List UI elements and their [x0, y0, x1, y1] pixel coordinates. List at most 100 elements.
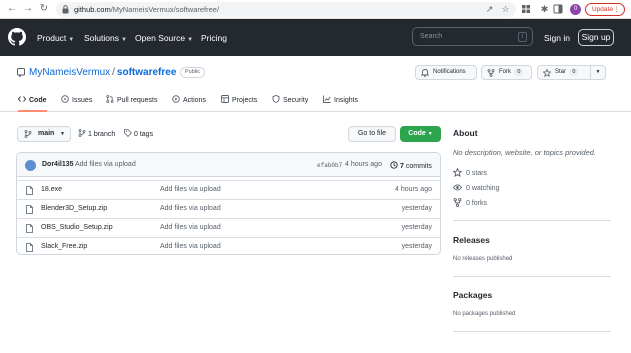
history-icon [390, 161, 398, 169]
fork-icon [453, 198, 462, 207]
sidebar-divider [453, 331, 611, 332]
pull-request-icon [106, 95, 114, 103]
tab-issues[interactable]: Issues [61, 90, 92, 112]
url-text: github.com/MyNameisVermux/softwarefree/ [74, 5, 220, 14]
notifications-label: Notifications [433, 69, 466, 75]
star-text: Star [555, 69, 567, 75]
bell-icon [421, 69, 429, 77]
tags-link[interactable]: 0 tags [124, 129, 153, 138]
packages-heading[interactable]: Packages [453, 290, 492, 300]
branch-selector[interactable]: main ▼ [17, 126, 71, 142]
puzzle-icon[interactable]: ✱ [539, 4, 550, 15]
tab-label: Code [29, 97, 47, 104]
chevron-down-icon: ▼ [187, 37, 194, 43]
nav-open-source[interactable]: Open Source ▼ [135, 33, 193, 43]
tab-insights[interactable]: Insights [323, 90, 358, 112]
sidebar-divider [453, 276, 611, 277]
sidepanel-icon[interactable] [553, 4, 564, 15]
file-name[interactable]: 18.exe [41, 186, 62, 193]
avatar[interactable] [25, 160, 36, 171]
file-commit-message[interactable]: Add files via upload [160, 205, 221, 212]
nav-label: Pricing [201, 33, 227, 43]
nav-solutions[interactable]: Solutions ▼ [84, 33, 127, 43]
play-icon [172, 95, 180, 103]
commit-sha[interactable]: efab0b7 [317, 162, 342, 169]
file-commit-message[interactable]: Add files via upload [160, 224, 221, 231]
repo-owner-link[interactable]: MyNameisVermux [29, 67, 110, 78]
profile-avatar[interactable]: 0 [570, 4, 581, 15]
watching-link[interactable]: 0 watching [453, 183, 499, 192]
star-list-dropdown[interactable]: ▼ [590, 65, 606, 80]
table-row[interactable]: 18.exe Add files via upload 4 hours ago [17, 180, 440, 199]
notifications-button[interactable]: Notifications [415, 65, 477, 80]
reload-icon[interactable]: ↻ [38, 3, 50, 15]
back-icon[interactable]: ← [6, 3, 18, 15]
fork-icon [487, 69, 495, 77]
branches-count: 1 branch [88, 131, 116, 138]
about-description: No description, website, or topics provi… [453, 148, 596, 157]
file-commit-message[interactable]: Add files via upload [160, 243, 221, 250]
visibility-badge: Public [180, 67, 205, 78]
branches-link[interactable]: 1 branch [78, 129, 115, 138]
stars-link[interactable]: 0 stars [453, 168, 487, 177]
commits-suffix: commits [405, 163, 432, 170]
repo-name-link[interactable]: softwarefree [117, 67, 176, 78]
branch-icon [78, 129, 86, 137]
extension-icon[interactable] [521, 4, 532, 15]
file-name[interactable]: Blender3D_Setup.zip [41, 205, 107, 212]
releases-note: No releases published [453, 256, 513, 262]
tab-code[interactable]: Code [18, 90, 47, 112]
chevron-down-icon: ▼ [595, 69, 601, 75]
fork-label: Fork 0 [499, 66, 524, 79]
forward-icon[interactable]: → [22, 3, 34, 15]
commits-link[interactable]: 7 commits [390, 161, 432, 170]
tab-label: Projects [232, 97, 258, 104]
latest-commit-bar: Dor4il135 Add files via upload efab0b7 4… [17, 153, 440, 177]
table-row[interactable]: Slack_Free.zip Add files via upload yest… [17, 237, 440, 254]
branch-icon [24, 130, 32, 138]
nav-label: Product [37, 33, 67, 43]
stars-count: 0 stars [466, 170, 488, 177]
fork-button[interactable]: Fork 0 [481, 65, 532, 80]
bookmark-star-icon[interactable]: ☆ [500, 4, 511, 15]
file-name[interactable]: Slack_Free.zip [41, 243, 87, 250]
tab-projects[interactable]: Projects [221, 90, 257, 112]
commit-author[interactable]: Dor4il135 [42, 161, 74, 168]
fork-count: 0 [514, 68, 524, 76]
update-label: Update [592, 6, 613, 13]
sign-in-link[interactable]: Sign in [544, 33, 570, 43]
file-name[interactable]: OBS_Studio_Setup.zip [41, 224, 113, 231]
tab-pull-requests[interactable]: Pull requests [106, 90, 157, 112]
forks-link[interactable]: 0 forks [453, 198, 487, 207]
kebab-menu-icon: ⋮ [613, 6, 621, 13]
tab-label: Pull requests [117, 97, 158, 104]
tab-security[interactable]: Security [272, 90, 308, 112]
go-to-file-button[interactable]: Go to file [348, 126, 396, 142]
fork-text: Fork [499, 69, 511, 75]
table-row[interactable]: Blender3D_Setup.zip Add files via upload… [17, 199, 440, 218]
tag-icon [124, 129, 132, 137]
star-button[interactable]: Star 0 [537, 65, 591, 80]
address-bar[interactable]: github.com/MyNameisVermux/softwarefree/ [56, 2, 516, 17]
star-count: 0 [569, 68, 579, 76]
search-shortcut-key: / [518, 32, 527, 42]
nav-product[interactable]: Product ▼ [37, 33, 74, 43]
code-dropdown-button[interactable]: Code ▼ [400, 126, 441, 142]
search-input[interactable]: Search / [412, 27, 533, 46]
file-commit-time: yesterday [401, 224, 432, 231]
commit-message[interactable]: Add files via upload [75, 161, 136, 168]
file-commit-message[interactable]: Add files via upload [160, 186, 221, 193]
issue-icon [61, 95, 69, 103]
code-icon [18, 95, 26, 103]
branch-name: main [38, 130, 55, 137]
nav-label: Solutions [84, 33, 119, 43]
releases-heading[interactable]: Releases [453, 235, 490, 245]
sign-up-button[interactable]: Sign up [578, 29, 614, 46]
nav-pricing[interactable]: Pricing [201, 33, 227, 43]
github-logo-icon[interactable] [8, 28, 26, 46]
tab-actions[interactable]: Actions [172, 90, 206, 112]
table-row[interactable]: OBS_Studio_Setup.zip Add files via uploa… [17, 218, 440, 237]
share-icon[interactable]: ↗ [484, 4, 495, 15]
forks-count: 0 forks [466, 200, 488, 207]
browser-update-button[interactable]: Update ⋮ [585, 3, 625, 16]
